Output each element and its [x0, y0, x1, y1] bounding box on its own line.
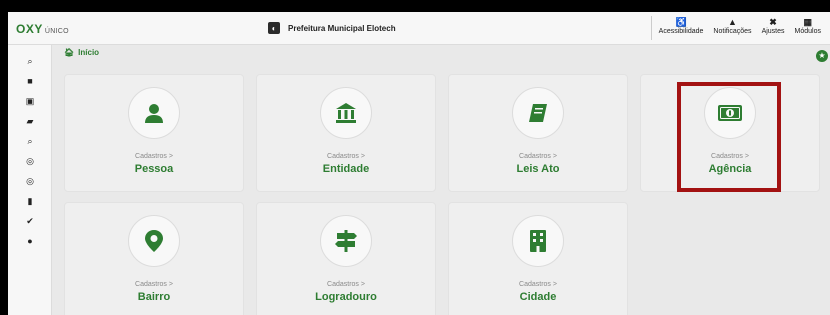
app-window: OXY ÚNICO ◐ Prefeitura Municipal Elotech …	[8, 12, 830, 315]
nav-label: Acessibilidade	[658, 28, 704, 35]
sidebar-book-icon[interactable]: ▰	[24, 115, 36, 127]
map-pin-icon	[145, 230, 163, 252]
top-bar: OXY ÚNICO ◐ Prefeitura Municipal Elotech …	[8, 12, 830, 45]
sidebar-search-icon[interactable]: ⌕	[24, 135, 36, 147]
top-nav: ♿ Acessibilidade ▲ Notificações ✖ Ajuste…	[649, 16, 826, 42]
card-title: Logradouro	[315, 291, 377, 303]
card-title: Bairro	[137, 291, 171, 303]
card-title: Cidade	[519, 291, 557, 303]
home-icon: 🏠︎	[64, 48, 75, 57]
bank-icon	[336, 103, 356, 123]
grid-icon: ▦	[803, 17, 813, 27]
signpost-icon	[335, 230, 357, 252]
nav-label: Notificações	[713, 28, 752, 35]
nav-label: Módulos	[794, 28, 821, 35]
favorite-icon[interactable]: ★	[816, 50, 828, 62]
nav-modules[interactable]: ▦ Módulos	[790, 16, 826, 42]
highlight-box	[677, 82, 781, 192]
app-logo[interactable]: OXY ÚNICO	[16, 22, 69, 36]
organization-icon: ◐	[268, 22, 280, 34]
sidebar-money-icon[interactable]: ▣	[24, 95, 36, 107]
card-icon-circle	[512, 215, 564, 267]
bell-icon: ▲	[728, 17, 737, 27]
card-icon-circle	[512, 87, 564, 139]
organization-switcher[interactable]: ◐ Prefeitura Municipal Elotech	[268, 22, 396, 34]
building-icon	[530, 230, 546, 252]
card-title: Pessoa	[134, 163, 174, 175]
nav-accessibility[interactable]: ♿ Acessibilidade	[654, 16, 709, 42]
card-section: Cadastros >	[327, 153, 365, 160]
book-icon	[529, 104, 547, 122]
card-icon-circle	[128, 215, 180, 267]
card-leis-ato[interactable]: Cadastros > Leis Ato	[448, 74, 628, 192]
sidebar: ⌕ ■ ▣ ▰ ⌕ ◎ ◎ ▮ ✔ ●	[8, 45, 52, 315]
card-icon-circle	[320, 215, 372, 267]
accessibility-icon: ♿	[675, 17, 687, 27]
logo-subtext: ÚNICO	[44, 28, 69, 35]
breadcrumb[interactable]: 🏠︎ Início	[64, 48, 99, 57]
card-icon-circle	[128, 87, 180, 139]
card-logradouro[interactable]: Cadastros > Logradouro	[256, 202, 436, 315]
card-cidade[interactable]: Cadastros > Cidade	[448, 202, 628, 315]
sidebar-check-icon[interactable]: ✔	[24, 215, 36, 227]
nav-label: Ajustes	[761, 28, 785, 35]
card-entidade[interactable]: Cadastros > Entidade	[256, 74, 436, 192]
card-title: Entidade	[322, 163, 370, 175]
card-title: Leis Ato	[516, 163, 560, 175]
card-section: Cadastros >	[135, 281, 173, 288]
sidebar-coins-alt-icon[interactable]: ◎	[24, 175, 36, 187]
search-icon[interactable]: ⌕	[24, 55, 36, 67]
card-section: Cadastros >	[135, 153, 173, 160]
breadcrumb-label: Início	[78, 48, 100, 57]
card-section: Cadastros >	[327, 281, 365, 288]
sidebar-circle-icon[interactable]: ●	[24, 235, 36, 247]
sidebar-coins-icon[interactable]: ◎	[24, 155, 36, 167]
logo-text: OXY	[16, 22, 43, 36]
sidebar-file-icon[interactable]: ▮	[24, 195, 36, 207]
sidebar-home-icon[interactable]: ■	[24, 75, 36, 87]
card-section: Cadastros >	[519, 153, 557, 160]
card-icon-circle	[320, 87, 372, 139]
tools-icon: ✖	[769, 17, 777, 27]
card-bairro[interactable]: Cadastros > Bairro	[64, 202, 244, 315]
person-icon	[145, 104, 163, 123]
nav-notifications[interactable]: ▲ Notificações	[708, 16, 756, 42]
nav-divider	[650, 16, 652, 40]
card-section: Cadastros >	[519, 281, 557, 288]
nav-settings[interactable]: ✖ Ajustes	[757, 16, 790, 42]
organization-name: Prefeitura Municipal Elotech	[288, 23, 396, 33]
card-pessoa[interactable]: Cadastros > Pessoa	[64, 74, 244, 192]
